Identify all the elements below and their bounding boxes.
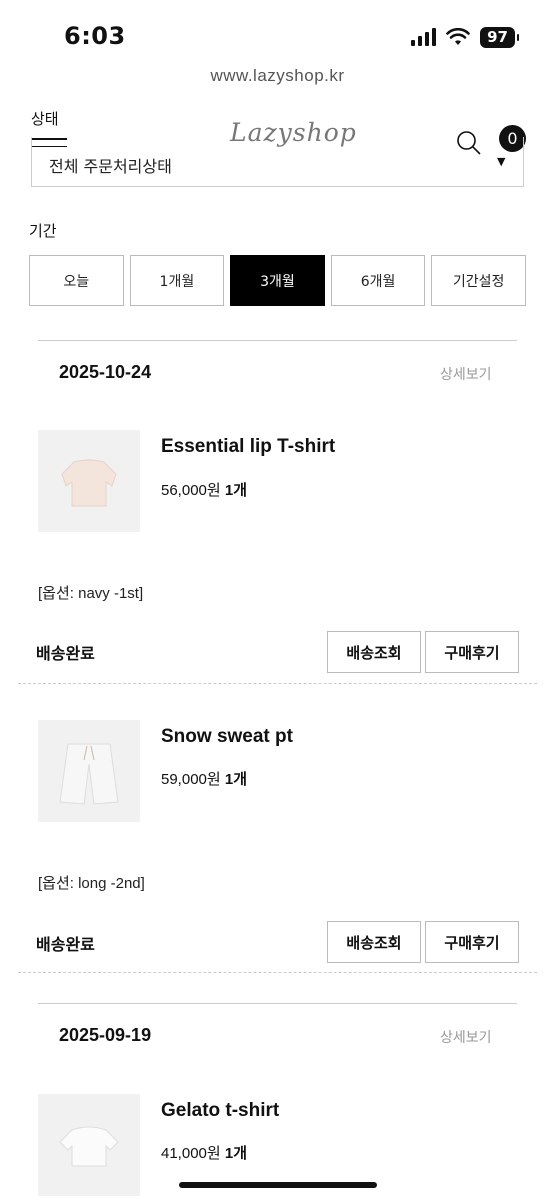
period-tab-1-month[interactable]: 1개월 xyxy=(129,255,225,306)
status-bar: 6:03 97 xyxy=(0,0,555,64)
product-qty: 1개 xyxy=(224,482,248,499)
track-shipment-button[interactable]: 배송조회 xyxy=(327,921,421,963)
status-icons: 97 xyxy=(411,26,519,48)
product-name[interactable]: Snow sweat pt xyxy=(161,726,293,748)
battery-level: 97 xyxy=(480,26,519,48)
product-qty: 1개 xyxy=(224,771,248,788)
product-option: [옵션: navy -1st] xyxy=(38,585,144,602)
product-thumbnail[interactable] xyxy=(38,430,140,532)
pants-image xyxy=(59,743,119,805)
order-date: 2025-10-24 xyxy=(59,362,152,382)
write-review-button[interactable]: 구매후기 xyxy=(425,921,519,963)
order-status-value: 전체 주문처리상태 xyxy=(49,157,172,176)
cellular-signal-icon xyxy=(411,28,437,46)
item-separator xyxy=(18,683,537,684)
chevron-down-icon: ▼ xyxy=(497,155,506,168)
url-bar[interactable]: www.lazyshop.kr xyxy=(0,66,555,86)
product-price-line: 41,000원 1개 xyxy=(161,1142,247,1163)
period-tab-custom-range[interactable]: 기간설정 xyxy=(431,255,526,306)
tshirt-image xyxy=(61,459,117,507)
status-filter-label: 상태 xyxy=(31,110,59,128)
track-shipment-button[interactable]: 배송조회 xyxy=(327,631,421,673)
product-price-line: 59,000원 1개 xyxy=(161,768,247,789)
shipping-status: 배송완료 xyxy=(36,644,95,663)
order-status-select[interactable]: 전체 주문처리상태 ▼ xyxy=(31,137,524,187)
product-price: 41,000원 xyxy=(161,1145,221,1162)
product-thumbnail[interactable] xyxy=(38,1094,140,1196)
order-date: 2025-09-19 xyxy=(59,1025,152,1045)
product-price: 59,000원 xyxy=(161,771,221,788)
order-divider xyxy=(38,1003,517,1004)
product-price: 56,000원 xyxy=(161,482,221,499)
product-option: [옵션: long -2nd] xyxy=(38,875,145,892)
wifi-icon xyxy=(446,28,470,45)
product-thumbnail[interactable] xyxy=(38,720,140,822)
write-review-button[interactable]: 구매후기 xyxy=(425,631,519,673)
product-name[interactable]: Essential lip T-shirt xyxy=(161,436,335,458)
period-tabs: 오늘 1개월 3개월 6개월 기간설정 xyxy=(29,255,526,306)
order-detail-link[interactable]: 상세보기 xyxy=(440,1027,492,1047)
order-divider xyxy=(38,340,517,341)
period-label: 기간 xyxy=(29,222,57,240)
product-price-line: 56,000원 1개 xyxy=(161,479,247,500)
item-separator xyxy=(18,972,537,973)
shipping-status: 배송완료 xyxy=(36,935,95,954)
period-tab-3-months[interactable]: 3개월 xyxy=(230,255,325,306)
tshirt-image xyxy=(59,1126,119,1167)
period-tab-today[interactable]: 오늘 xyxy=(29,255,124,306)
status-time: 6:03 xyxy=(64,22,126,50)
order-detail-link[interactable]: 상세보기 xyxy=(440,364,492,384)
product-qty: 1개 xyxy=(224,1145,248,1162)
period-tab-6-months[interactable]: 6개월 xyxy=(330,255,426,306)
home-indicator xyxy=(179,1182,377,1188)
product-name[interactable]: Gelato t-shirt xyxy=(161,1100,279,1122)
